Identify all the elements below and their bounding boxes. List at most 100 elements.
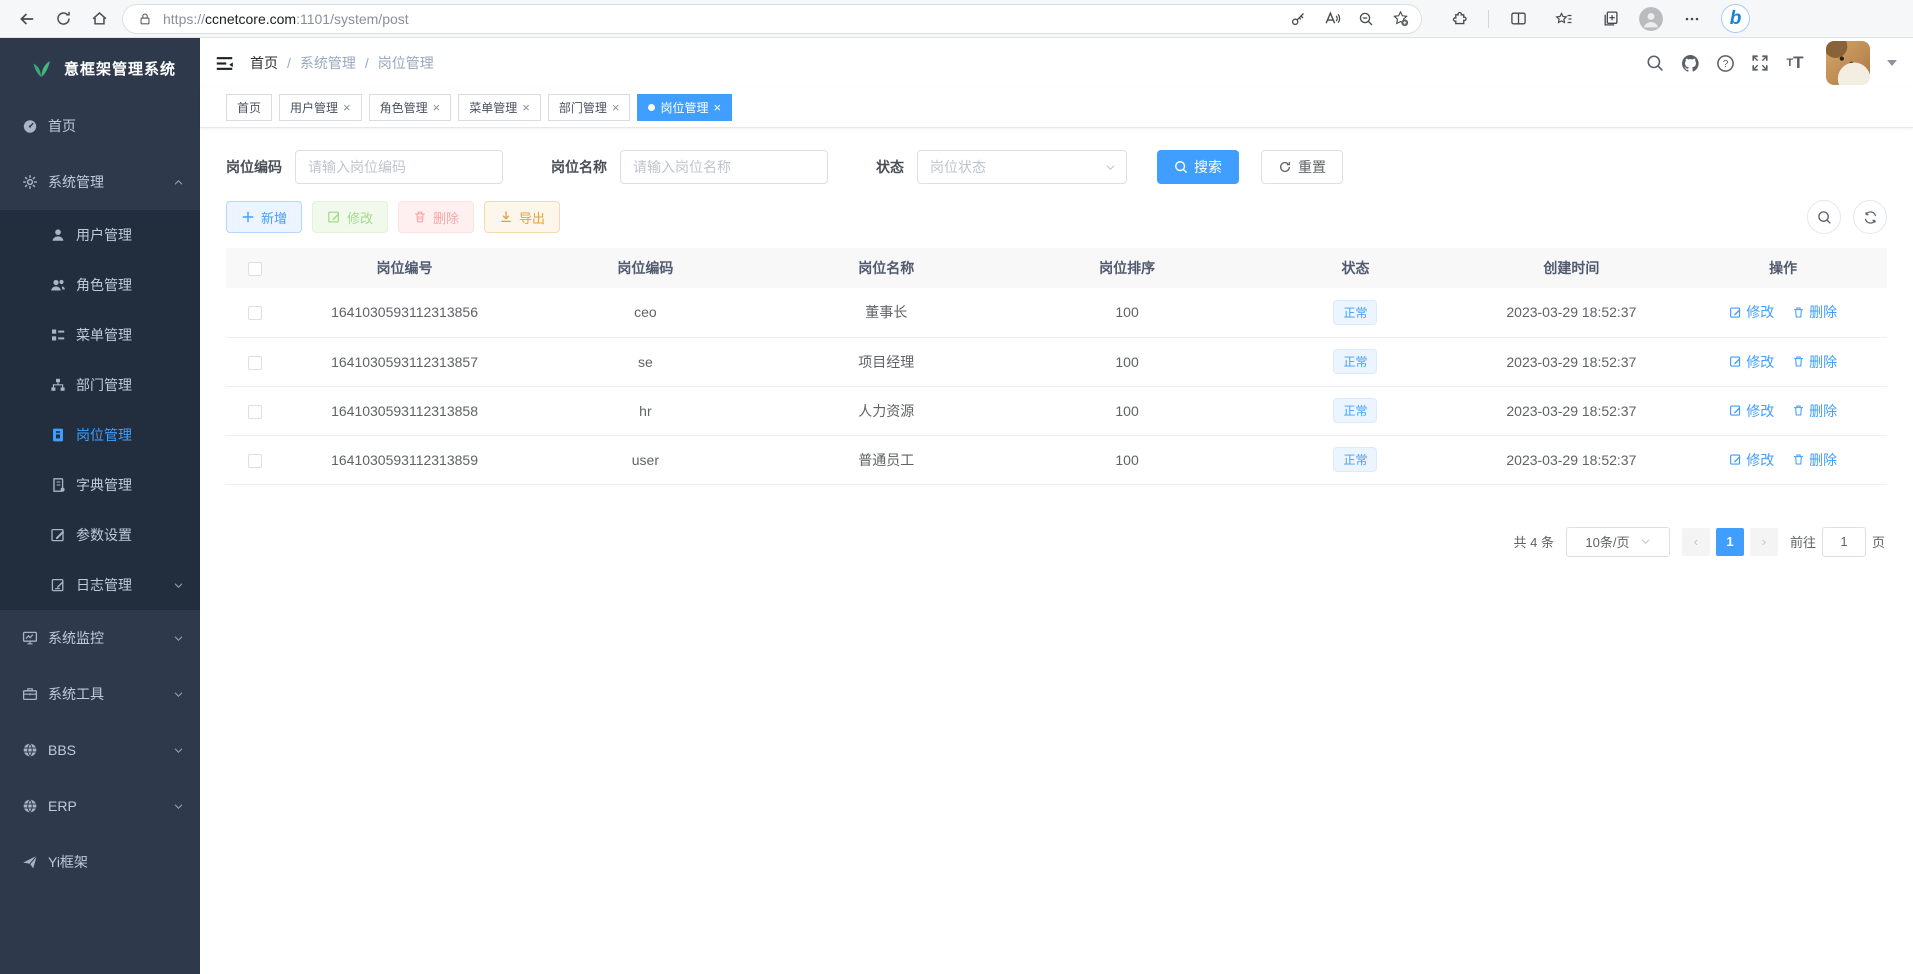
row-edit-link[interactable]: 修改 [1729,352,1774,372]
col-post-sort: 岗位排序 [1007,248,1248,288]
tab-user-mgmt[interactable]: 用户管理× [279,94,362,121]
col-post-code: 岗位编码 [525,248,766,288]
tab-dept-mgmt[interactable]: 部门管理× [548,94,631,121]
avatar-caret-icon[interactable] [1887,60,1897,66]
sidebar-item-user-mgmt[interactable]: 用户管理 [0,210,200,260]
add-button[interactable]: 新增 [226,201,302,233]
row-edit-link[interactable]: 修改 [1729,450,1774,470]
tab-role-mgmt[interactable]: 角色管理× [369,94,452,121]
table-row: 1641030593112313859 user 普通员工 100 正常 202… [226,435,1887,484]
address-bar[interactable]: https://ccnetcore.com:1101/system/post [122,4,1422,34]
reset-button[interactable]: 重置 [1261,150,1343,184]
close-icon[interactable]: × [713,101,721,114]
fullscreen-icon[interactable] [1750,53,1770,73]
edit-button[interactable]: 修改 [312,201,388,233]
row-delete-link[interactable]: 删除 [1792,302,1837,322]
bing-copilot-icon[interactable]: b [1721,4,1750,33]
search-button[interactable]: 搜索 [1157,150,1239,184]
add-favorite-star-icon[interactable] [1387,3,1413,35]
sidebar-item-role-mgmt[interactable]: 角色管理 [0,260,200,310]
current-page-button[interactable]: 1 [1716,528,1744,556]
close-icon[interactable]: × [612,101,620,114]
sidebar-item-yi-framework[interactable]: Yi框架 [0,834,200,890]
users-icon [50,277,66,293]
row-checkbox[interactable] [248,356,262,370]
close-icon[interactable]: × [343,101,351,114]
help-question-icon[interactable]: ? [1715,53,1735,73]
sidebar-item-home[interactable]: 首页 [0,98,200,154]
row-edit-link[interactable]: 修改 [1729,401,1774,421]
post-name-input[interactable] [620,150,828,184]
user-icon [50,227,66,243]
row-checkbox[interactable] [248,454,262,468]
browser-refresh-icon[interactable] [46,3,80,35]
globe-icon [22,742,38,758]
divider [1488,10,1489,28]
goto-page-input[interactable] [1822,527,1866,557]
svg-text:?: ? [1722,59,1728,70]
row-delete-link[interactable]: 删除 [1792,352,1837,372]
show-search-toggle-button[interactable] [1807,200,1841,234]
browser-menu-ellipsis-icon[interactable] [1675,3,1709,35]
search-icon [1174,160,1188,174]
read-aloud-icon[interactable] [1319,3,1345,35]
user-avatar[interactable] [1826,41,1870,85]
next-page-button[interactable]: › [1750,528,1778,556]
breadcrumb-home[interactable]: 首页 [250,53,278,73]
url-text[interactable]: https://ccnetcore.com:1101/system/post [163,11,1285,27]
row-edit-link[interactable]: 修改 [1729,302,1774,322]
extensions-puzzle-icon[interactable] [1442,3,1476,35]
favorites-bar-icon[interactable] [1547,3,1581,35]
split-screen-icon[interactable] [1501,3,1535,35]
export-button[interactable]: 导出 [484,201,560,233]
row-checkbox[interactable] [248,405,262,419]
browser-home-icon[interactable] [82,3,116,35]
browser-profile-avatar[interactable] [1639,7,1663,31]
sidebar-group-tools[interactable]: 系统工具 [0,666,200,722]
sidebar-item-menu-mgmt[interactable]: 菜单管理 [0,310,200,360]
page-size-select[interactable]: 10条/页 [1566,527,1670,557]
row-checkbox[interactable] [248,306,262,320]
font-size-icon[interactable]: TT [1785,53,1805,73]
collections-icon[interactable] [1593,3,1627,35]
browser-back-icon[interactable] [10,3,44,35]
sidebar-item-param-settings[interactable]: 参数设置 [0,510,200,560]
sidebar-group-bbs[interactable]: BBS [0,722,200,778]
status-select[interactable]: 岗位状态 [917,150,1127,184]
sidebar-group-monitor[interactable]: 系统监控 [0,610,200,666]
sidebar-item-dict-mgmt[interactable]: 字典管理 [0,460,200,510]
chevron-up-icon [173,177,184,188]
tab-post-mgmt[interactable]: 岗位管理× [637,94,732,121]
row-delete-link[interactable]: 删除 [1792,401,1837,421]
tab-menu-mgmt[interactable]: 菜单管理× [458,94,541,121]
sidebar-group-system[interactable]: 系统管理 [0,154,200,210]
password-key-icon[interactable] [1285,3,1311,35]
tab-home[interactable]: 首页 [226,94,272,121]
close-icon[interactable]: × [433,101,441,114]
sidebar-group-erp[interactable]: ERP [0,778,200,834]
prev-page-button[interactable]: ‹ [1682,528,1710,556]
post-code-input[interactable] [295,150,503,184]
chevron-down-icon [1640,536,1651,547]
page-content: 岗位编码 岗位名称 状态 岗位状态 搜索 重 [200,128,1913,974]
org-tree-icon [50,377,66,393]
sidebar-collapse-icon[interactable] [214,53,234,73]
github-icon[interactable] [1680,53,1700,73]
zoom-out-icon[interactable] [1353,3,1379,35]
sidebar-group-log-mgmt[interactable]: 日志管理 [0,560,200,610]
app-logo[interactable]: 意框架管理系统 [0,38,200,98]
delete-button[interactable]: 删除 [398,201,474,233]
search-icon [1817,210,1832,225]
chevron-down-icon [173,633,184,644]
refresh-table-button[interactable] [1853,200,1887,234]
header-search-icon[interactable] [1645,53,1665,73]
plus-icon [241,210,255,224]
menu-tree-icon [50,327,66,343]
sidebar-item-dept-mgmt[interactable]: 部门管理 [0,360,200,410]
row-delete-link[interactable]: 删除 [1792,450,1837,470]
dictionary-icon [50,477,66,493]
close-icon[interactable]: × [522,101,530,114]
select-all-checkbox[interactable] [248,262,262,276]
sidebar-item-post-mgmt[interactable]: 岗位管理 [0,410,200,460]
goto-label: 前往 [1790,532,1816,551]
